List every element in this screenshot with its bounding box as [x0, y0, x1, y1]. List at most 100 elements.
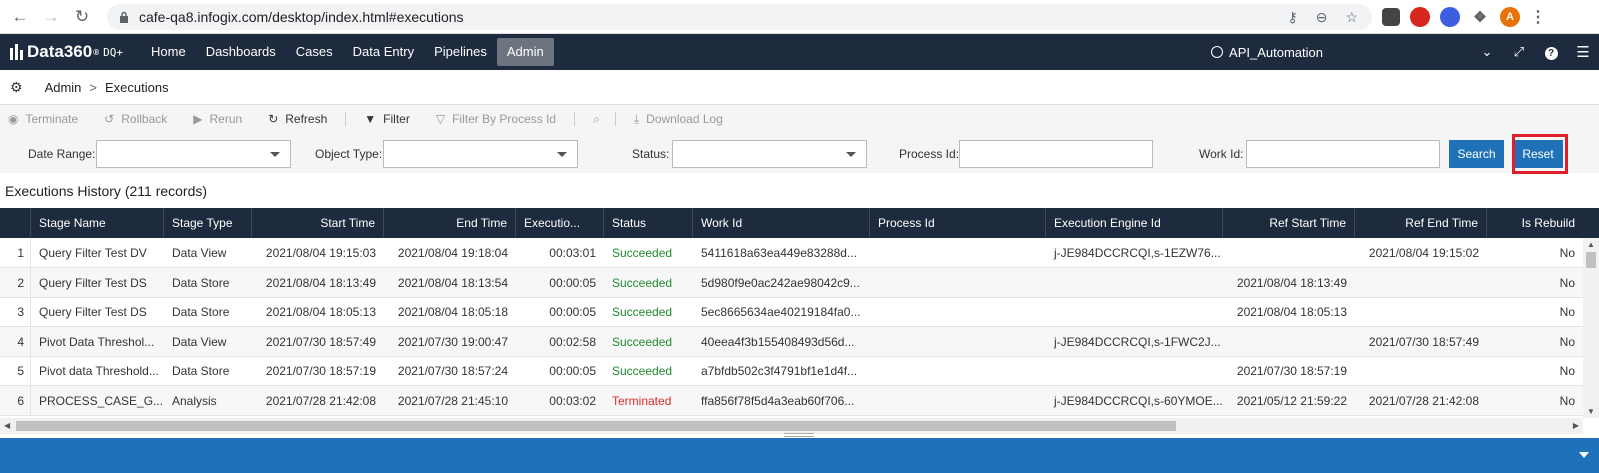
column-header-is-rebuild[interactable]: Is Rebuild [1487, 208, 1583, 238]
rerun-label: Rerun [209, 112, 243, 126]
back-icon[interactable]: ← [9, 6, 31, 28]
chevron-down-icon[interactable] [1579, 452, 1589, 458]
object-type-select[interactable] [383, 140, 578, 168]
terminate-button[interactable]: ◉ Terminate [8, 112, 78, 126]
scroll-left-icon[interactable]: ◀ [4, 421, 10, 430]
cell-ref-start: 2021/05/12 21:59:22 [1236, 393, 1347, 408]
zoom-icon[interactable]: ⊖ [1316, 9, 1328, 26]
user-name: API_Automation [1229, 44, 1323, 60]
cell-is-rebuild: No [1559, 334, 1575, 349]
search-button[interactable]: Search [1449, 140, 1504, 168]
column-header-ref-start[interactable]: Ref Start Time [1223, 208, 1355, 238]
cell-work-id: 5ec8665634ae40219184fa0... [701, 305, 861, 319]
vertical-scrollbar[interactable]: ▲ ▼ [1583, 238, 1599, 418]
cell-stage-name: Query Filter Test DV [39, 246, 147, 260]
table-row[interactable]: 1 Query Filter Test DV Data View 2021/08/04… [0, 238, 1583, 268]
cell-engine-id: j-JE984DCCRCQI,s-1FWC2J... [1054, 334, 1221, 349]
star-icon[interactable]: ☆ [1345, 9, 1358, 26]
rollback-button[interactable]: ↺ Rollback [104, 112, 167, 126]
column-header-process-id[interactable]: Process Id [870, 208, 1046, 238]
cell-execution: 00:00:05 [549, 275, 596, 290]
table-row[interactable]: 6 PROCESS_CASE_G... Analysis 2021/07/28 21:… [0, 385, 1583, 416]
cell-is-rebuild: No [1559, 246, 1575, 260]
cell-start-time: 2021/08/04 19:15:03 [265, 246, 376, 260]
table-row[interactable]: 3 Query Filter Test DS Data Store 2021/08/0… [0, 297, 1583, 327]
toolbar-divider [574, 112, 576, 126]
cell-process-id [870, 356, 1046, 386]
lineage-button[interactable]: ⌕ [593, 112, 607, 127]
status-select[interactable] [672, 140, 867, 168]
terminate-label: Terminate [25, 112, 79, 126]
filter-button[interactable]: ▼ Filter [364, 112, 410, 126]
cell-is-rebuild: No [1559, 393, 1575, 408]
resize-grip[interactable] [784, 433, 814, 437]
puzzle-icon[interactable]: ❖ [1470, 7, 1490, 27]
profile-avatar[interactable]: A [1500, 7, 1520, 27]
horizontal-scroll-thumb[interactable] [16, 421, 1176, 431]
user-menu[interactable]: API_Automation [1211, 45, 1323, 60]
column-header-stage-name[interactable]: Stage Name [31, 208, 164, 238]
logo-sub: DQ+ [103, 45, 123, 59]
lock-icon [119, 11, 129, 23]
date-range-select[interactable] [96, 140, 291, 168]
work-id-input[interactable] [1246, 140, 1440, 168]
nav-admin[interactable]: Admin [496, 38, 554, 66]
column-header-stage-type[interactable]: Stage Type [164, 208, 252, 238]
address-bar[interactable]: cafe-qa8.infogix.com/desktop/index.html#… [107, 4, 1372, 30]
cell-execution: 00:03:01 [549, 246, 596, 260]
download-log-button[interactable]: ⤓ Download Log [634, 112, 723, 127]
browser-menu-icon[interactable]: ⋮ [1530, 7, 1546, 27]
extension-icon[interactable] [1382, 8, 1400, 26]
filter-by-process-button[interactable]: ▽ Filter By Process Id [436, 112, 556, 126]
scroll-down-icon[interactable]: ▼ [1587, 407, 1595, 416]
vertical-scroll-thumb[interactable] [1586, 252, 1596, 268]
reload-icon[interactable]: ↻ [71, 6, 93, 28]
cell-ref-end [1355, 268, 1487, 298]
main-nav: Home Dashboards Cases Data Entry Pipelin… [141, 34, 554, 70]
nav-cases[interactable]: Cases [286, 38, 343, 66]
process-id-input[interactable] [959, 140, 1153, 168]
refresh-button[interactable]: ↻ Refresh [268, 112, 327, 126]
key-icon[interactable]: ⚷ [1287, 9, 1297, 26]
hamburger-menu-icon[interactable]: ☰ [1567, 43, 1599, 61]
cell-engine-id: j-JE984DCCRCQI,s-1EZW76... [1054, 246, 1221, 260]
table-row[interactable]: 4 Pivot Data Threshol... Data View 2021/07/… [0, 326, 1583, 357]
horizontal-scrollbar[interactable]: ◀ ▶ [0, 418, 1583, 434]
column-header-rownum [0, 208, 31, 238]
column-header-start-time[interactable]: Start Time [252, 208, 384, 238]
rerun-button[interactable]: ▶ Rerun [193, 112, 242, 126]
chevron-down-icon[interactable]: ⌄ [1471, 44, 1503, 60]
cell-is-rebuild: No [1559, 364, 1575, 378]
nav-pipelines[interactable]: Pipelines [424, 38, 497, 66]
cell-start-time: 2021/07/30 18:57:49 [265, 334, 376, 349]
table-row[interactable]: 5 Pivot data Threshold... Data Store 2021/0… [0, 356, 1583, 386]
expand-icon[interactable]: ⤢ [1503, 44, 1535, 60]
column-header-status[interactable]: Status [604, 208, 693, 238]
column-header-work-id[interactable]: Work Id [693, 208, 870, 238]
column-header-execution[interactable]: Executio... [516, 208, 604, 238]
table-row[interactable]: 2 Query Filter Test DS Data Store 2021/08/0… [0, 267, 1583, 298]
cell-work-id: a7bfdb502c3f4791bf1e1d4f... [701, 364, 858, 378]
breadcrumb-admin[interactable]: Admin [45, 80, 82, 95]
cell-ref-end: 2021/08/04 19:15:02 [1368, 246, 1479, 260]
logo-bars-icon [10, 44, 23, 60]
grid-body: 1 Query Filter Test DV Data View 2021/08/04… [0, 238, 1583, 418]
shield-extension-icon[interactable] [1440, 7, 1460, 27]
column-header-end-time[interactable]: End Time [384, 208, 516, 238]
adblock-icon[interactable] [1410, 7, 1430, 27]
cell-end-time: 2021/07/28 21:45:10 [397, 393, 508, 408]
nav-data-entry[interactable]: Data Entry [343, 38, 424, 66]
app-logo[interactable]: Data360 ® DQ+ [10, 42, 123, 62]
column-header-ref-end[interactable]: Ref End Time [1355, 208, 1487, 238]
gear-icon[interactable]: ⚙ [10, 79, 23, 96]
scroll-up-icon[interactable]: ▲ [1587, 240, 1595, 249]
nav-dashboards[interactable]: Dashboards [196, 38, 286, 66]
cell-engine-id [1046, 268, 1223, 298]
forward-icon[interactable]: → [40, 6, 62, 28]
nav-home[interactable]: Home [141, 38, 196, 66]
help-icon[interactable]: ? [1535, 44, 1567, 60]
cell-engine-id [1046, 356, 1223, 386]
scroll-right-icon[interactable]: ▶ [1573, 421, 1579, 430]
cell-execution: 00:00:05 [549, 364, 596, 378]
column-header-engine-id[interactable]: Execution Engine Id [1046, 208, 1223, 238]
